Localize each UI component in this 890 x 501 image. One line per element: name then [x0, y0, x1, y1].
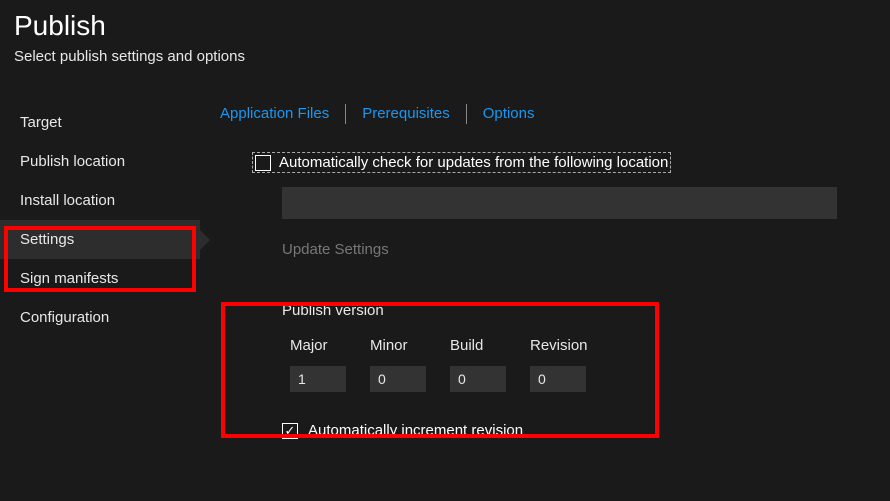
sidebar-item-configuration[interactable]: Configuration	[0, 298, 200, 337]
auto-check-updates-checkbox[interactable]	[255, 155, 271, 171]
major-input[interactable]	[290, 366, 346, 392]
sidebar-item-settings[interactable]: Settings	[0, 220, 200, 259]
tabs: Application Files Prerequisites Options	[220, 103, 890, 124]
auto-increment-checkbox[interactable]	[282, 423, 298, 439]
page-title: Publish	[14, 10, 876, 42]
tab-options[interactable]: Options	[467, 103, 551, 124]
build-label: Build	[450, 337, 506, 354]
sidebar: Target Publish location Install location…	[0, 103, 200, 439]
tab-prerequisites[interactable]: Prerequisites	[346, 103, 466, 124]
main-content: Application Files Prerequisites Options …	[200, 103, 890, 439]
page-subtitle: Select publish settings and options	[14, 48, 876, 65]
sidebar-item-target[interactable]: Target	[0, 103, 200, 142]
build-input[interactable]	[450, 366, 506, 392]
sidebar-item-install-location[interactable]: Install location	[0, 181, 200, 220]
minor-label: Minor	[370, 337, 426, 354]
auto-increment-label: Automatically increment revision	[308, 422, 523, 439]
minor-input[interactable]	[370, 366, 426, 392]
sidebar-item-publish-location[interactable]: Publish location	[0, 142, 200, 181]
update-settings-link: Update Settings	[282, 241, 890, 258]
publish-version-title: Publish version	[282, 302, 890, 319]
update-location-input[interactable]	[282, 187, 837, 219]
revision-label: Revision	[530, 337, 588, 354]
revision-input[interactable]	[530, 366, 586, 392]
auto-check-updates-focus: Automatically check for updates from the…	[252, 152, 671, 173]
major-label: Major	[290, 337, 346, 354]
sidebar-item-sign-manifests[interactable]: Sign manifests	[0, 259, 200, 298]
tab-application-files[interactable]: Application Files	[220, 103, 345, 124]
auto-check-updates-label: Automatically check for updates from the…	[279, 154, 668, 171]
